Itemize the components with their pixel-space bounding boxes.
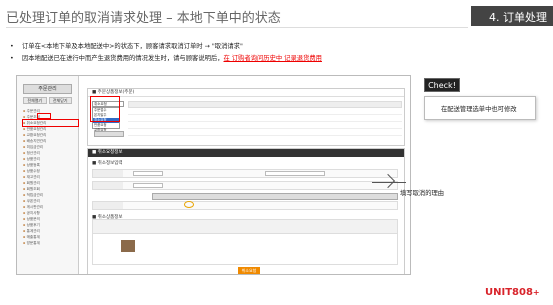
highlight-dropdown	[90, 96, 120, 122]
bullet-2-text: 因本地配送已在进行中而产生退货费用的情况发生时，请与顾客说明后，	[22, 55, 224, 62]
sidebar-tree: 주문관리주문조회취소요청관리반품요청관리교환요청관리배송지연관리미입금관리정산관…	[22, 108, 79, 246]
table-row	[128, 122, 402, 129]
logo-plus: +	[532, 288, 540, 297]
grid-header	[128, 101, 402, 108]
sidebar-buttons: 전체열기 전체닫기	[23, 97, 72, 104]
header: 已处理订单的取消请求处理 – 本地下单中的状态 4. 订单处理	[0, 0, 553, 36]
table-row	[128, 129, 402, 136]
expand-all-button[interactable]: 전체열기	[23, 97, 47, 104]
panel1-title: ■ 주문상품정보(주문)	[88, 89, 404, 97]
check-label: Check!	[424, 78, 460, 92]
bullet-list: 订单在<本地下单及本地配送中>的状态下，顾客请求取消订单时 → "取消请求" 因…	[10, 41, 440, 65]
header-divider	[6, 27, 468, 28]
cancel-reason-input[interactable]	[152, 193, 398, 200]
order-grid	[128, 101, 402, 141]
chapter-badge: 4. 订单处理	[471, 6, 553, 26]
sidebar-title[interactable]: 주문관리	[23, 84, 72, 94]
type-select[interactable]	[133, 183, 163, 188]
form-row	[92, 201, 398, 210]
table-header	[93, 220, 397, 234]
refund-radio[interactable]	[184, 201, 194, 208]
table-row	[128, 108, 402, 115]
arrow-glyph: →	[204, 43, 210, 50]
admin-sidebar: 주문관리 전체열기 전체닫기 주문관리주문조회취소요청관리반품요청관리교환요청관…	[17, 76, 79, 274]
cancel-request-label: "取消请求"	[211, 43, 243, 50]
panel2-title: ■ 취소요청정보	[88, 149, 404, 157]
highlight-menu	[37, 113, 51, 119]
reason-select[interactable]	[133, 171, 163, 176]
admin-screenshot: 주문관리 전체열기 전체닫기 주문관리주문조회취소요청관리반품요청관리교환요청관…	[16, 75, 411, 275]
cancel-request-panel: ■ 취소요청정보 ■ 취소정보입력 ■ 취소상품정보 취소요청	[87, 148, 405, 274]
detail-field[interactable]	[265, 171, 325, 176]
order-product-panel: ■ 주문상품정보(주문) 취소요청 주문접수 본지발주 취소요청 반품요청 교환요청	[87, 88, 405, 146]
page-title: 已处理订单的取消请求处理 – 本地下单中的状态	[6, 11, 281, 26]
bullet-2: 因本地配送已在进行中而产生退货费用的情况发生时，请与顾客说明后，在 订购者询问历…	[10, 53, 440, 65]
logo-text: UNIT808	[485, 287, 533, 298]
apply-button[interactable]	[94, 131, 124, 137]
bullet-1-text: 订单在<本地下单及本地配送中>的状态下，顾客请求取消订单时	[22, 43, 203, 50]
product-thumbnail	[121, 240, 135, 252]
cancel-product-table	[92, 219, 398, 265]
cancel-request-button[interactable]: 취소요청	[238, 267, 260, 274]
form-row	[92, 181, 398, 190]
bullet-1: 订单在<本地下单及本地配送中>的状态下，顾客请求取消订单时 → "取消请求"	[10, 41, 440, 53]
sidebar-item[interactable]: 방문통계	[23, 240, 78, 246]
brand-logo: UNIT808+	[485, 287, 540, 298]
form-row	[92, 169, 398, 178]
section-title: ■ 취소정보입력	[92, 161, 123, 166]
top-band	[79, 76, 410, 84]
bullet-2-highlight: 在 订购者询问历史中 记录退货费用	[223, 55, 322, 62]
check-note: 在配送管理选单中也可修改	[424, 96, 536, 120]
collapse-all-button[interactable]: 전체닫기	[48, 97, 72, 104]
table-row	[128, 115, 402, 122]
annotation: 填写取消的理由	[400, 190, 445, 197]
